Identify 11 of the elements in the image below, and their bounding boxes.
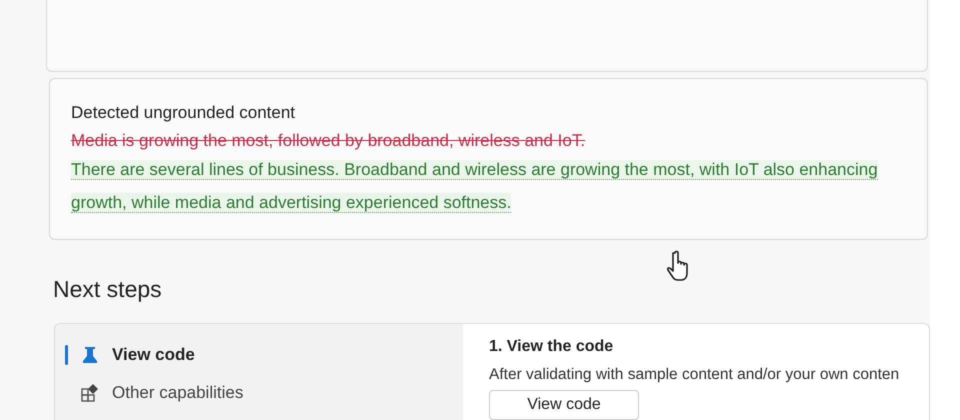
step-description: After validating with sample content and/or your own conten [489, 366, 900, 384]
section-heading: Next steps [53, 276, 162, 303]
flask-icon [82, 346, 98, 364]
nav-item[interactable]: View code [55, 340, 463, 370]
section-title: Detected ungrounded content [71, 103, 296, 123]
removed-text: Media is growing the most, followed by broadband, wireless and IoT. [71, 130, 586, 152]
corrected-text: There are several lines of business. Broadband and wireless are growing the most, with IoT also enhancing growth, while media and advertising experienced softness. [71, 159, 879, 215]
nav-item[interactable]: Other capabilities [55, 378, 463, 408]
step-title: 1. View the code [489, 338, 614, 356]
apps-icon [80, 383, 100, 403]
view-code-button[interactable]: View code [489, 390, 639, 420]
